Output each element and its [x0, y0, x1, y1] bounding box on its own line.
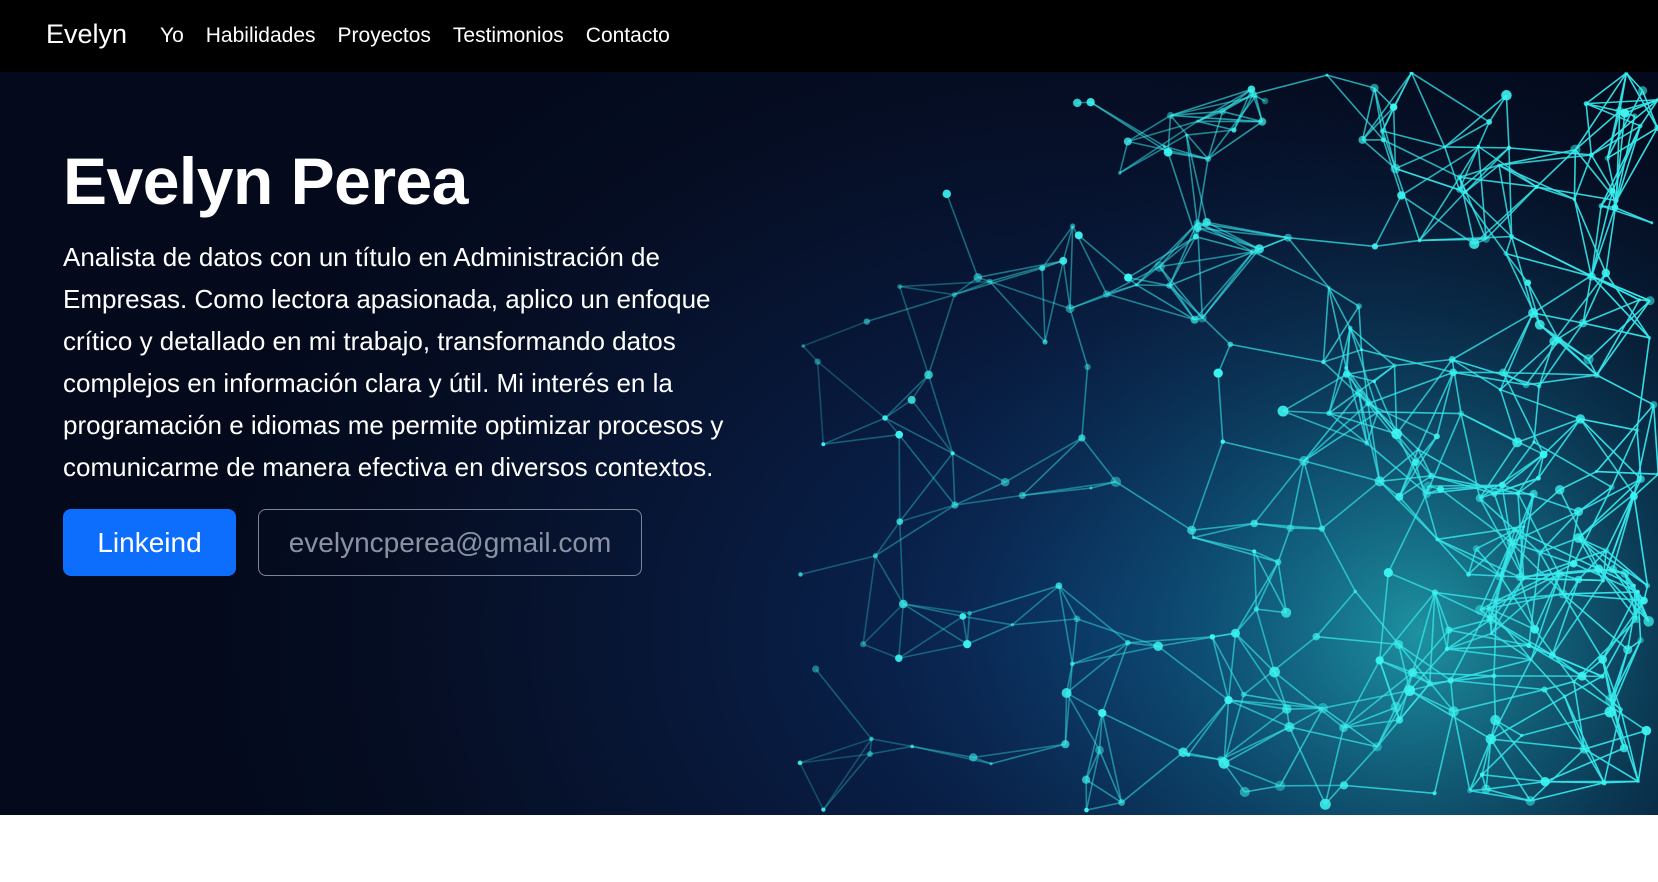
- email-button[interactable]: evelyncperea@gmail.com: [258, 509, 642, 576]
- hero-title: Evelyn Perea: [63, 144, 468, 218]
- brand-link[interactable]: Evelyn: [46, 16, 127, 52]
- hero-description: Analista de datos con un título en Admin…: [63, 242, 724, 482]
- nav-link-habilidades[interactable]: Habilidades: [195, 0, 327, 72]
- navbar: Evelyn Yo Habilidades Proyectos Testimon…: [0, 0, 1658, 72]
- hero-section: Evelyn Perea Analista de datos con un tí…: [0, 72, 1658, 815]
- nav-link-proyectos[interactable]: Proyectos: [327, 0, 442, 72]
- nav-link-testimonios[interactable]: Testimonios: [442, 0, 575, 72]
- nav-links: Yo Habilidades Proyectos Testimonios Con…: [149, 0, 681, 72]
- linkedin-button[interactable]: Linkeind: [63, 509, 236, 576]
- nav-link-yo[interactable]: Yo: [149, 0, 195, 72]
- nav-link-contacto[interactable]: Contacto: [575, 0, 681, 72]
